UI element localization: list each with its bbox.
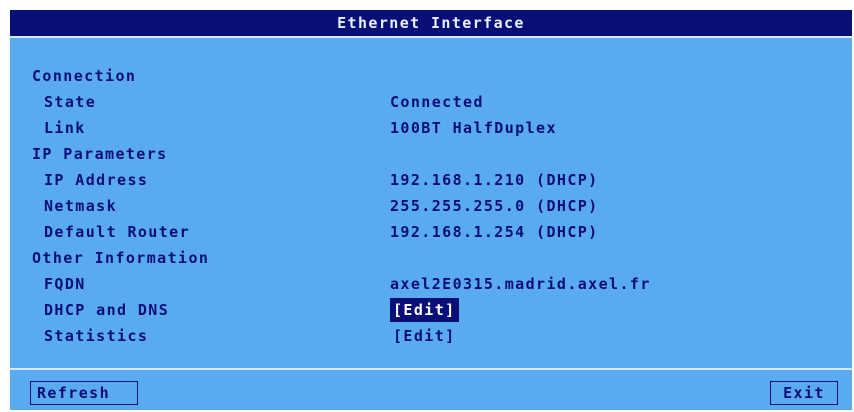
- dialog-title: Ethernet Interface: [10, 10, 852, 38]
- default-router-value: 192.168.1.254 (DHCP): [390, 223, 599, 241]
- section-other-information-heading: Other Information: [32, 249, 210, 267]
- default-router-label: Default Router: [44, 223, 191, 241]
- netmask-value: 255.255.255.0 (DHCP): [390, 197, 599, 215]
- dhcp-dns-label: DHCP and DNS: [44, 301, 170, 319]
- exit-button[interactable]: Exit: [770, 381, 838, 405]
- statistics-label: Statistics: [44, 327, 149, 345]
- ip-address-label: IP Address: [44, 171, 149, 189]
- ip-address-value: 192.168.1.210 (DHCP): [390, 171, 599, 189]
- dhcp-dns-edit-button[interactable]: [Edit]: [390, 298, 459, 322]
- netmask-label: Netmask: [44, 197, 118, 215]
- fqdn-label: FQDN: [44, 275, 86, 293]
- statistics-edit-button[interactable]: [Edit]: [390, 324, 459, 348]
- button-bar: Refresh Exit: [10, 368, 852, 410]
- state-label: State: [44, 93, 97, 111]
- state-value: Connected: [390, 93, 484, 111]
- ethernet-interface-dialog: Ethernet Interface Connection State Conn…: [10, 10, 852, 410]
- link-label: Link: [44, 119, 86, 137]
- section-connection-heading: Connection: [32, 67, 137, 85]
- link-value: 100BT HalfDuplex: [390, 119, 557, 137]
- section-ip-parameters-heading: IP Parameters: [32, 145, 168, 163]
- fqdn-value: axel2E0315.madrid.axel.fr: [390, 275, 651, 293]
- refresh-button[interactable]: Refresh: [30, 381, 138, 405]
